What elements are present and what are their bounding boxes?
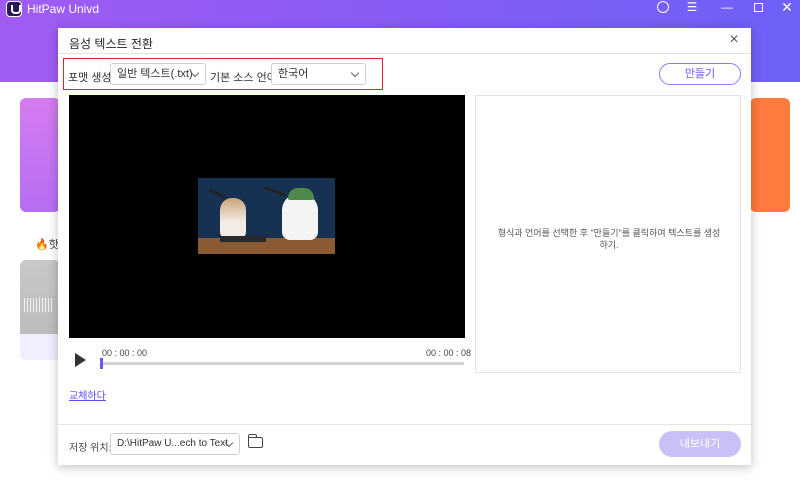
dialog-title: 음성 텍스트 전환 — [69, 37, 153, 51]
folder-icon[interactable] — [247, 434, 263, 448]
export-button[interactable]: 내보내기 — [659, 431, 741, 457]
user-icon[interactable] — [652, 0, 674, 16]
current-time: 00 : 00 : 00 — [102, 348, 148, 358]
progress-thumb[interactable] — [100, 358, 103, 369]
background-feature-card-orange — [750, 98, 790, 212]
flame-icon: 🔥 — [35, 239, 49, 251]
panel-instruction: 형식과 언어를 선택한 후 "만들기"를 클릭하여 텍스트를 생성하기. — [497, 228, 721, 250]
play-icon[interactable] — [75, 353, 86, 367]
video-frame — [198, 178, 335, 254]
make-button[interactable]: 만들기 — [659, 63, 741, 85]
language-label: 기본 소스 언어: — [210, 72, 280, 84]
progress-track[interactable] — [102, 362, 464, 365]
save-location-label: 저장 위치: — [69, 443, 112, 454]
background-thumbnail-card — [20, 260, 60, 360]
video-preview[interactable] — [69, 95, 465, 338]
menu-icon[interactable]: ☰ — [681, 0, 703, 16]
language-select[interactable]: 한국어 — [271, 63, 366, 85]
waveform-icon — [24, 298, 54, 312]
text-output-panel: 형식과 언어를 선택한 후 "만들기"를 클릭하여 텍스트를 생성하기. — [475, 95, 741, 373]
background-feature-card — [20, 98, 60, 212]
divider — [58, 424, 751, 425]
close-icon[interactable]: × — [724, 30, 744, 50]
maximize-icon[interactable] — [747, 0, 769, 16]
divider — [58, 53, 751, 54]
save-path-select[interactable]: D:\HitPaw U...ech to Text — [110, 433, 240, 455]
format-label: 포맷 생성: — [68, 72, 115, 84]
app-logo-icon — [6, 1, 22, 17]
minimize-icon[interactable]: — — [716, 0, 738, 16]
window-close-icon[interactable]: ✕ — [776, 0, 798, 16]
replace-link[interactable]: 교체하다 — [69, 387, 106, 402]
app-title: HitPaw Univd — [27, 2, 100, 16]
chevron-down-icon — [350, 68, 360, 78]
total-time: 00 : 00 : 08 — [426, 348, 472, 358]
speech-to-text-dialog: 음성 텍스트 전환 × 포맷 생성: 일반 텍스트(.txt) 기본 소스 언어… — [58, 28, 751, 465]
format-select[interactable]: 일반 텍스트(.txt) — [110, 63, 206, 85]
hot-section-label: 🔥핫 — [35, 239, 59, 251]
